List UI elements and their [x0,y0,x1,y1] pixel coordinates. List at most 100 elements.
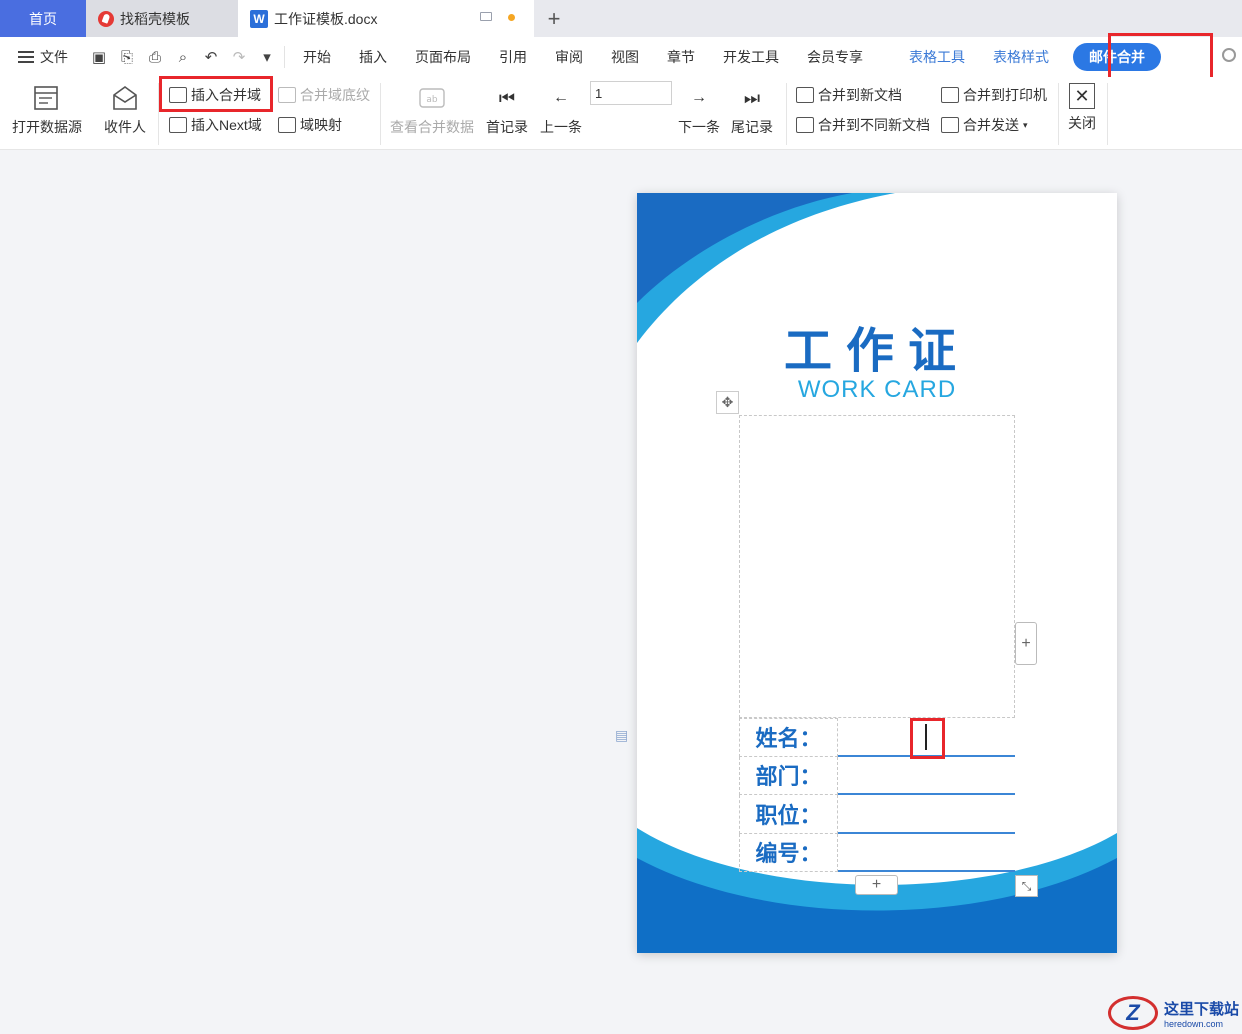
ribbon-divider [1058,83,1059,145]
dropdown-icon: ▾ [1023,119,1028,130]
menu-sections[interactable]: 章节 [653,47,709,67]
table-move-icon[interactable]: ✥ [716,391,739,414]
merge-diff-docs-button[interactable]: 合并到不同新文档 [796,115,930,135]
menu-developer[interactable]: 开发工具 [709,47,793,67]
file-menu-label: 文件 [40,49,68,65]
open-data-source-button[interactable]: 打开数据源 [12,83,82,137]
customize-toolbar-icon[interactable]: ▾ [256,46,278,68]
new-doc-icon [796,87,814,103]
send-icon [941,117,959,133]
recipients-button[interactable]: 收件人 [104,83,146,137]
data-source-icon [32,83,62,113]
prev-record-label: 上一条 [540,119,582,135]
menu-home[interactable]: 开始 [289,47,345,67]
first-record-button[interactable]: ⏮ 首记录 [486,83,528,137]
field-mapping-label: 域映射 [300,117,342,133]
card-subtitle: WORK CARD [797,376,957,403]
add-row-button[interactable]: + [855,875,898,895]
highlight-mail-merge [1108,33,1213,80]
table-row: 姓名： [739,718,1015,757]
merge-field-shading-label: 合并域底纹 [300,87,370,103]
menu-member[interactable]: 会员专享 [793,47,877,67]
file-menu[interactable]: 文件 [0,47,82,67]
recipients-icon [110,83,140,113]
view-merged-data-button[interactable]: ab 查看合并数据 [390,83,474,137]
screen-icon[interactable] [480,12,492,21]
table-resize-icon[interactable]: ⤡ [1015,875,1038,897]
merge-printer-label: 合并到打印机 [963,87,1047,103]
view-merged-data-label: 查看合并数据 [390,119,474,135]
merge-field-shading-button[interactable]: 合并域底纹 [278,85,370,105]
unsaved-dot-icon [508,14,515,21]
last-record-button[interactable]: ⏭ 尾记录 [731,83,773,137]
arrow-right-icon: → [691,89,707,106]
site-watermark: Z 这里下载站 heredown.com [1108,996,1239,1030]
add-column-button[interactable]: + [1015,622,1037,665]
highlight-insert-merge-field [159,76,273,112]
prev-record-button[interactable]: ← 上一条 [540,83,582,137]
department-value-cell[interactable] [838,757,1015,795]
position-value-cell[interactable] [838,795,1015,834]
merge-new-doc-button[interactable]: 合并到新文档 [796,85,902,105]
new-tab-button[interactable]: + [534,0,574,37]
highlight-cursor [910,718,945,759]
printer-icon [941,87,959,103]
multi-doc-icon [796,117,814,133]
number-value-cell[interactable] [838,834,1015,872]
merge-new-doc-label: 合并到新文档 [818,87,902,103]
insert-next-field-button[interactable]: 插入Next域 [169,115,262,135]
arrow-left-icon: ← [553,89,569,106]
merge-printer-button[interactable]: 合并到打印机 [941,85,1047,105]
save-icon[interactable]: ▣ [88,46,110,68]
record-number-input[interactable] [590,81,672,105]
table-row: 编号： [739,833,1015,872]
close-mail-merge-button[interactable]: ✕ 关闭 [1068,83,1096,133]
tab-template-store[interactable]: 找稻壳模板 [86,0,238,37]
open-data-source-label: 打开数据源 [12,119,82,135]
redo-icon[interactable]: ↷ [228,46,250,68]
merge-diff-docs-label: 合并到不同新文档 [818,117,930,133]
tab-bar: 首页 找稻壳模板 W 工作证模板.docx + [0,0,1242,37]
first-record-icon: ⏮ [498,87,516,108]
print-icon[interactable]: ⎙ [144,46,166,68]
ribbon-divider [380,83,381,145]
shading-icon [278,87,296,103]
menu-layout[interactable]: 页面布局 [401,47,485,67]
merge-send-button[interactable]: 合并发送 ▾ [941,115,1028,135]
field-label: 部门： [739,756,838,795]
watermark-cn: 这里下载站 [1164,999,1240,1018]
menu-view[interactable]: 视图 [597,47,653,67]
watermark-en: heredown.com [1164,1018,1224,1029]
view-merged-icon: ab [417,83,447,113]
hamburger-icon [18,51,34,63]
paragraph-options-icon[interactable]: ▤ [615,727,631,745]
ribbon-divider [786,83,787,145]
next-record-button[interactable]: → 下一条 [678,83,720,137]
writer-doc-icon: W [250,9,268,28]
tab-home-label: 首页 [29,10,57,27]
menu-review[interactable]: 审阅 [541,47,597,67]
menu-references[interactable]: 引用 [485,47,541,67]
menu-table-tools[interactable]: 表格工具 [895,47,979,67]
search-icon[interactable] [1222,48,1236,62]
ribbon-divider [1107,83,1108,145]
next-record-label: 下一条 [678,119,720,135]
undo-icon[interactable]: ↶ [200,46,222,68]
field-label: 职位： [739,795,838,834]
first-record-label: 首记录 [486,119,528,135]
tab-doc-label: 工作证模板.docx [274,10,378,27]
field-mapping-icon [278,117,296,133]
document-page[interactable]: 工作证 WORK CARD 姓名： 部门： 职位： 编号： [637,193,1117,953]
last-record-label: 尾记录 [731,119,773,135]
field-mapping-button[interactable]: 域映射 [278,115,342,135]
tab-document[interactable]: W 工作证模板.docx [238,0,534,37]
tab-store-label: 找稻壳模板 [120,10,190,27]
tab-home[interactable]: 首页 [0,0,86,37]
print-preview-icon[interactable]: ⌕ [172,46,194,68]
photo-cell[interactable] [739,415,1015,718]
menu-insert[interactable]: 插入 [345,47,401,67]
menu-table-style[interactable]: 表格样式 [979,47,1063,67]
merge-send-label: 合并发送 [963,117,1019,133]
export-pdf-icon[interactable]: ⎘ [116,46,138,68]
next-field-icon [169,117,187,133]
